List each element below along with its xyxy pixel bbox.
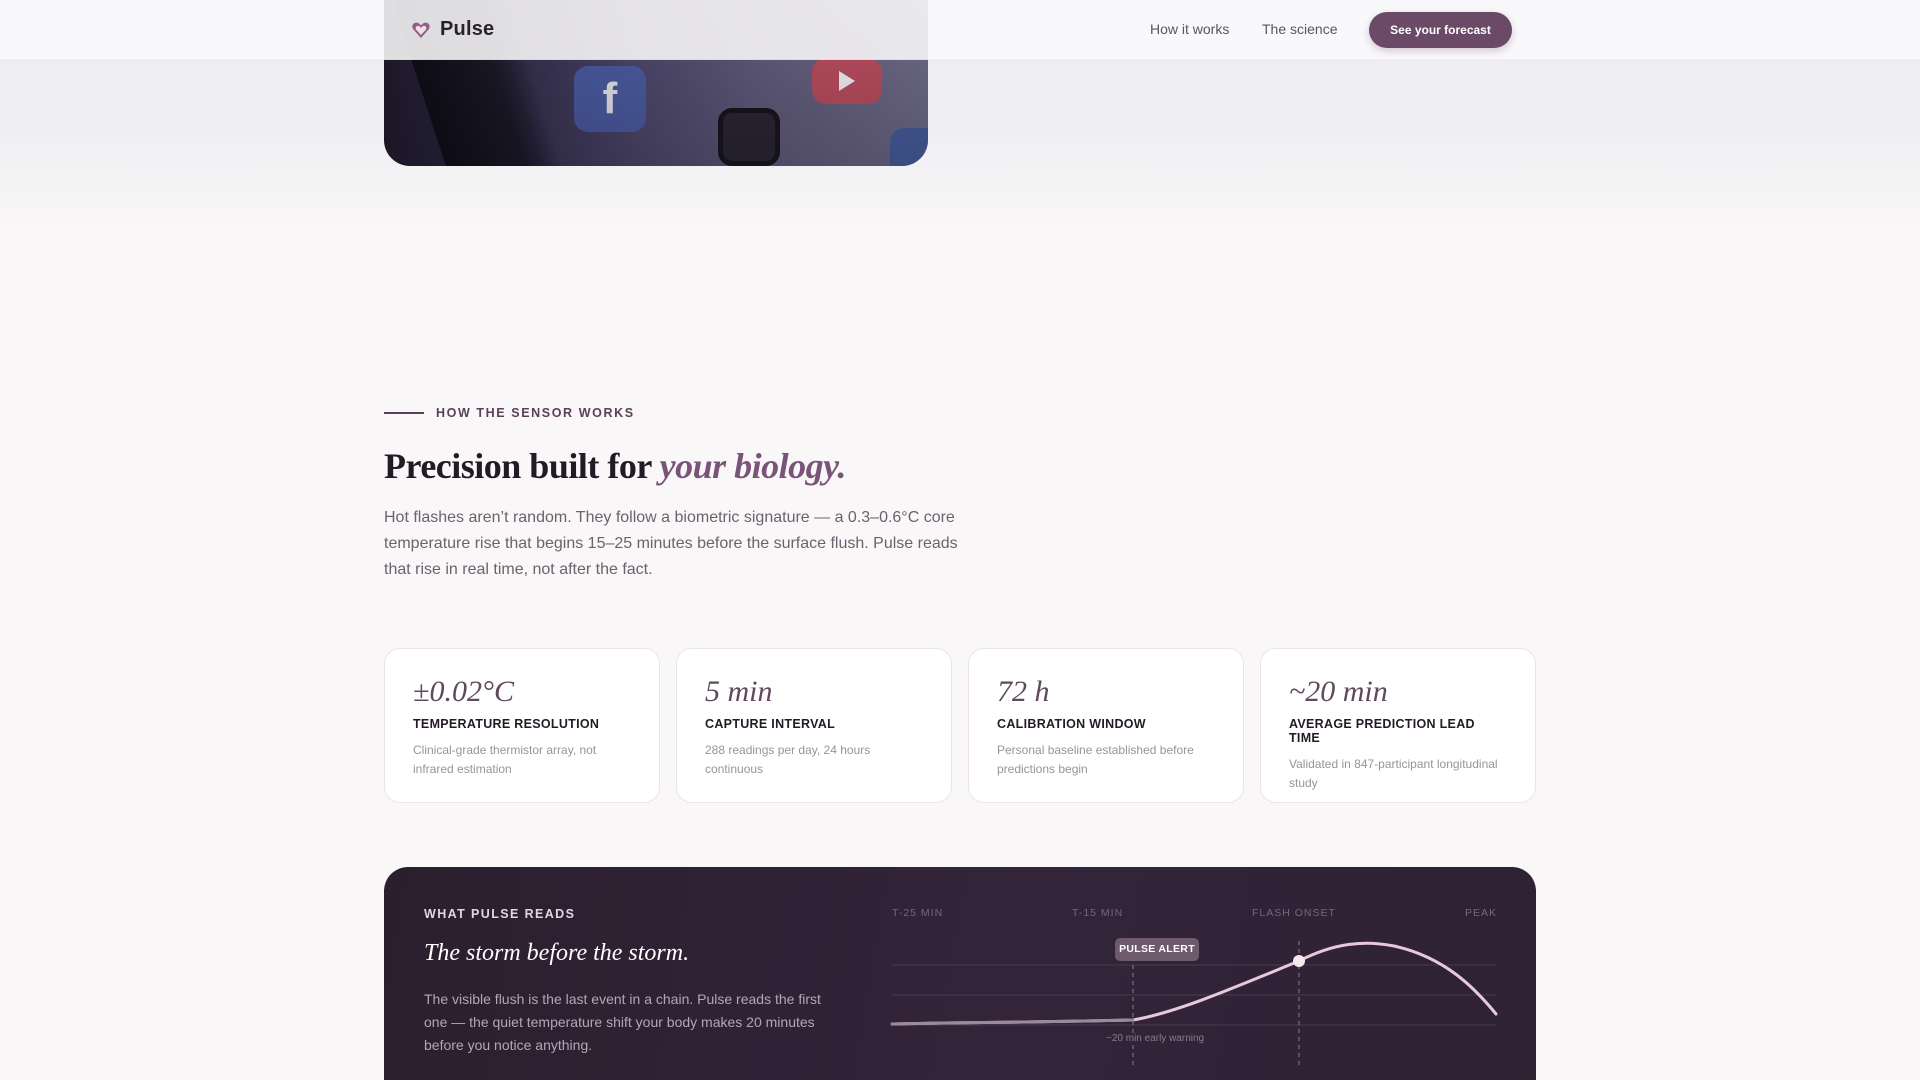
stat-value: 5 min — [705, 675, 773, 708]
section-eyebrow: HOW THE SENSOR WORKS — [384, 406, 635, 420]
brand-name: Pulse — [440, 18, 495, 40]
stat-card: ~20 min AVERAGE PREDICTION LEAD TIME Val… — [1260, 648, 1536, 803]
stat-label: AVERAGE PREDICTION LEAD TIME — [1289, 717, 1475, 745]
section-headline: Precision built for your biology. — [384, 445, 846, 487]
stat-value: 72 h — [997, 675, 1050, 708]
stat-value: ~20 min — [1289, 675, 1388, 708]
stat-description: Clinical-grade thermistor array, not inf… — [413, 743, 597, 776]
stat-description: Personal baseline established before pre… — [997, 743, 1194, 776]
stat-description: Validated in 847-participant longitudina… — [1289, 757, 1498, 790]
section-lede: Hot flashes aren’t random. They follow a… — [384, 509, 958, 578]
nav-the-science[interactable]: The science — [1262, 21, 1337, 37]
stat-label: TEMPERATURE RESOLUTION — [413, 717, 600, 731]
see-forecast-button[interactable]: See your forecast — [1369, 12, 1512, 48]
stat-card: ±0.02°C TEMPERATURE RESOLUTION Clinical-… — [384, 648, 660, 803]
stat-card: 72 h CALIBRATION WINDOW Personal baselin… — [968, 648, 1244, 803]
heart-icon — [410, 19, 432, 41]
stat-value: ±0.02°C — [413, 675, 514, 708]
what-pulse-reads-panel: WHAT PULSE READS The storm before the st… — [384, 867, 1536, 1080]
stat-label: CALIBRATION WINDOW — [997, 717, 1146, 731]
nav-how-it-works[interactable]: How it works — [1150, 21, 1229, 37]
headline-plain: Precision built for — [384, 446, 660, 486]
headline-accent: your biology. — [659, 446, 847, 486]
eyebrow-rule — [384, 412, 424, 414]
onset-point — [1293, 955, 1305, 967]
stat-description: 288 readings per day, 24 hours continuou… — [705, 743, 871, 776]
pulse-alert-badge: PULSE ALERT — [1115, 938, 1199, 961]
logo[interactable]: Pulse — [410, 18, 494, 41]
temperature-chart — [890, 941, 1498, 1067]
eyebrow-text: HOW THE SENSOR WORKS — [436, 406, 635, 420]
site-header: Pulse How it works The science See your … — [0, 0, 1920, 60]
stat-card: 5 min CAPTURE INTERVAL 288 readings per … — [676, 648, 952, 803]
early-warning-note: ~20 min early warning — [1106, 1033, 1205, 1044]
stat-label: CAPTURE INTERVAL — [705, 717, 836, 731]
baseline-segment — [890, 1018, 1135, 1026]
